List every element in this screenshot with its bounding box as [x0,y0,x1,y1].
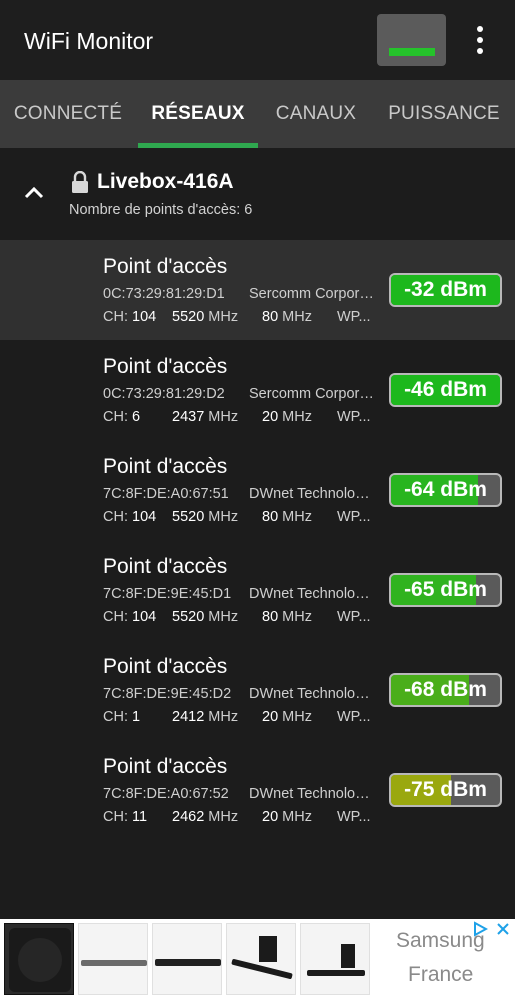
tab-connecte[interactable]: CONNECTÉ [8,80,128,148]
chevron-up-icon[interactable] [22,182,46,202]
channel-info: CH: 6 [103,409,141,425]
frequency-info: 5520 MHz [172,509,239,525]
signal-value: -65 dBm [404,578,487,601]
access-point-mac: 0C:73:29:81:29:D2 [103,386,225,402]
channel-info: CH: 11 [103,809,148,825]
channel-width-info: 80 MHz [262,509,312,525]
security-info: WP... [337,509,371,525]
ad-product-image[interactable] [78,923,148,995]
channel-info: CH: 104 [103,609,157,625]
tab-reseaux[interactable]: RÉSEAUX [138,80,258,148]
access-point-name: Point d'accès [103,555,228,578]
app-title: WiFi Monitor [24,28,154,54]
ad-choices-icon[interactable] [472,921,488,937]
security-info: WP... [337,309,371,325]
network-group-header[interactable]: Livebox-416A Nombre de points d'accès: 6 [0,148,515,240]
access-point-name: Point d'accès [103,755,228,778]
tab-puissance[interactable]: PUISSANCE [380,80,508,148]
access-point-mac: 7C:8F:DE:A0:67:51 [103,486,229,502]
access-point-row[interactable]: Point d'accès 0C:73:29:81:29:D2 Sercomm … [0,340,515,440]
subwoofer-icon [9,928,71,992]
access-point-mac: 7C:8F:DE:A0:67:52 [103,786,229,802]
tab-bar: CONNECTÉ RÉSEAUX CANAUX PUISSANCE [0,80,515,148]
frequency-info: 2437 MHz [172,409,239,425]
soundbar-icon [81,960,147,966]
channel-info: CH: 104 [103,309,157,325]
access-point-name: Point d'accès [103,355,228,378]
access-point-vendor: DWnet Technologies [249,786,377,802]
signal-meter: -32 dBm [389,273,502,307]
more-vert-icon[interactable] [470,24,490,56]
soundbar-with-subwoofer-icon [307,944,365,976]
channel-width-info: 20 MHz [262,409,312,425]
access-point-name: Point d'accès [103,455,228,478]
access-point-mac: 7C:8F:DE:9E:45:D2 [103,686,232,702]
channel-info: CH: 1 [103,709,141,725]
security-info: WP... [337,809,371,825]
signal-meter: -68 dBm [389,673,502,707]
signal-strength-button[interactable] [377,14,446,66]
signal-value: -68 dBm [404,678,487,701]
close-icon[interactable] [495,921,511,937]
channel-width-info: 20 MHz [262,809,312,825]
ad-product-image[interactable] [300,923,370,995]
ad-country[interactable]: France [408,963,473,987]
channel-width-info: 80 MHz [262,609,312,625]
access-point-vendor: DWnet Technologies [249,686,377,702]
soundbar-with-subwoofer-icon [231,936,293,979]
signal-value: -64 dBm [404,478,487,501]
access-point-row[interactable]: Point d'accès 7C:8F:DE:9E:45:D1 DWnet Te… [0,540,515,640]
access-point-count: Nombre de points d'accès: 6 [69,202,253,218]
ad-product-image[interactable] [226,923,296,995]
access-point-mac: 0C:73:29:81:29:D1 [103,286,225,302]
security-info: WP... [337,709,371,725]
access-point-vendor: Sercomm Corporation [249,286,377,302]
tab-canaux[interactable]: CANAUX [266,80,366,148]
signal-meter: -75 dBm [389,773,502,807]
signal-value: -32 dBm [404,278,487,301]
security-info: WP... [337,409,371,425]
access-point-row[interactable]: Point d'accès 0C:73:29:81:29:D1 Sercomm … [0,240,515,340]
access-point-name: Point d'accès [103,655,228,678]
channel-info: CH: 104 [103,509,157,525]
frequency-info: 5520 MHz [172,609,239,625]
app-bar: WiFi Monitor [0,0,515,80]
lock-icon [72,171,88,193]
access-point-mac: 7C:8F:DE:9E:45:D1 [103,586,232,602]
access-point-row[interactable]: Point d'accès 7C:8F:DE:9E:45:D2 DWnet Te… [0,640,515,740]
security-info: WP... [337,609,371,625]
access-point-vendor: Sercomm Corporation [249,386,377,402]
network-ssid: Livebox-416A [97,170,234,193]
access-point-row[interactable]: Point d'accès 7C:8F:DE:A0:67:51 DWnet Te… [0,440,515,540]
ad-product-image[interactable] [4,923,74,995]
frequency-info: 2412 MHz [172,709,239,725]
access-point-vendor: DWnet Technologies [249,486,377,502]
signal-value: -46 dBm [404,378,487,401]
signal-meter: -64 dBm [389,473,502,507]
signal-bar-icon [389,48,435,56]
access-point-name: Point d'accès [103,255,228,278]
access-point-row[interactable]: Point d'accès 7C:8F:DE:A0:67:52 DWnet Te… [0,740,515,840]
signal-value: -75 dBm [404,778,487,801]
frequency-info: 5520 MHz [172,309,239,325]
soundbar-icon [155,959,221,966]
frequency-info: 2462 MHz [172,809,239,825]
channel-width-info: 20 MHz [262,709,312,725]
access-point-vendor: DWnet Technologies [249,586,377,602]
signal-meter: -65 dBm [389,573,502,607]
channel-width-info: 80 MHz [262,309,312,325]
ad-banner[interactable]: Samsung France [0,919,515,999]
ad-product-image[interactable] [152,923,222,995]
signal-meter: -46 dBm [389,373,502,407]
